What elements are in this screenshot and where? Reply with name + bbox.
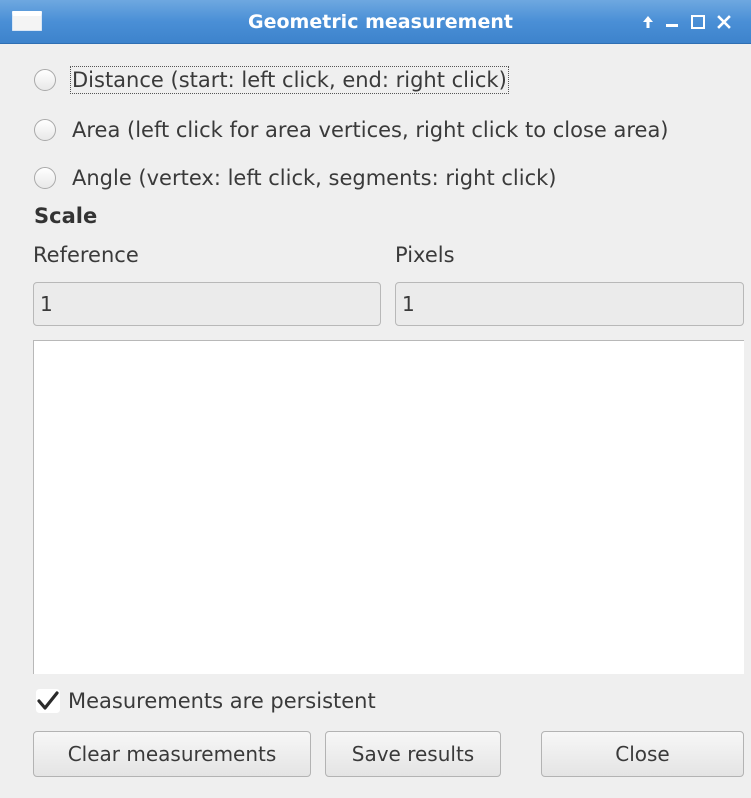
arrow-up-icon bbox=[643, 16, 653, 28]
mode-angle-option[interactable]: Angle (vertex: left click, segments: rig… bbox=[34, 160, 744, 196]
distance-radio[interactable] bbox=[34, 69, 56, 91]
close-window-button[interactable] bbox=[712, 0, 736, 44]
keep-above-button[interactable] bbox=[636, 0, 660, 44]
minimize-button[interactable] bbox=[660, 0, 684, 44]
mode-distance-option[interactable]: Distance (start: left click, end: right … bbox=[34, 62, 744, 98]
pixels-label: Pixels bbox=[395, 243, 455, 267]
reference-input[interactable]: 1 bbox=[33, 282, 381, 326]
persistent-label[interactable]: Measurements are persistent bbox=[68, 689, 376, 713]
close-button[interactable]: Close bbox=[541, 731, 744, 777]
minimize-icon bbox=[666, 24, 678, 27]
pixels-input[interactable]: 1 bbox=[395, 282, 744, 326]
mode-area-option[interactable]: Area (left click for area vertices, righ… bbox=[34, 112, 744, 148]
distance-label[interactable]: Distance (start: left click, end: right … bbox=[70, 66, 509, 94]
reference-label: Reference bbox=[33, 243, 139, 267]
results-text-area[interactable] bbox=[33, 340, 744, 674]
close-icon bbox=[717, 15, 731, 29]
scale-section-title: Scale bbox=[34, 204, 98, 228]
area-label[interactable]: Area (left click for area vertices, righ… bbox=[72, 118, 669, 142]
persistent-option[interactable]: Measurements are persistent bbox=[36, 684, 376, 718]
area-radio[interactable] bbox=[34, 119, 56, 141]
checkmark-icon bbox=[36, 689, 60, 713]
angle-radio[interactable] bbox=[34, 167, 56, 189]
save-results-button[interactable]: Save results bbox=[325, 731, 501, 777]
clear-measurements-button[interactable]: Clear measurements bbox=[33, 731, 311, 777]
maximize-icon bbox=[691, 15, 705, 29]
geometric-measurement-window: Geometric measurement Distance (start: l… bbox=[0, 0, 751, 798]
angle-label[interactable]: Angle (vertex: left click, segments: rig… bbox=[72, 166, 556, 190]
title-bar[interactable]: Geometric measurement bbox=[0, 0, 751, 44]
persistent-checkbox[interactable] bbox=[36, 689, 60, 713]
maximize-button[interactable] bbox=[686, 0, 710, 44]
